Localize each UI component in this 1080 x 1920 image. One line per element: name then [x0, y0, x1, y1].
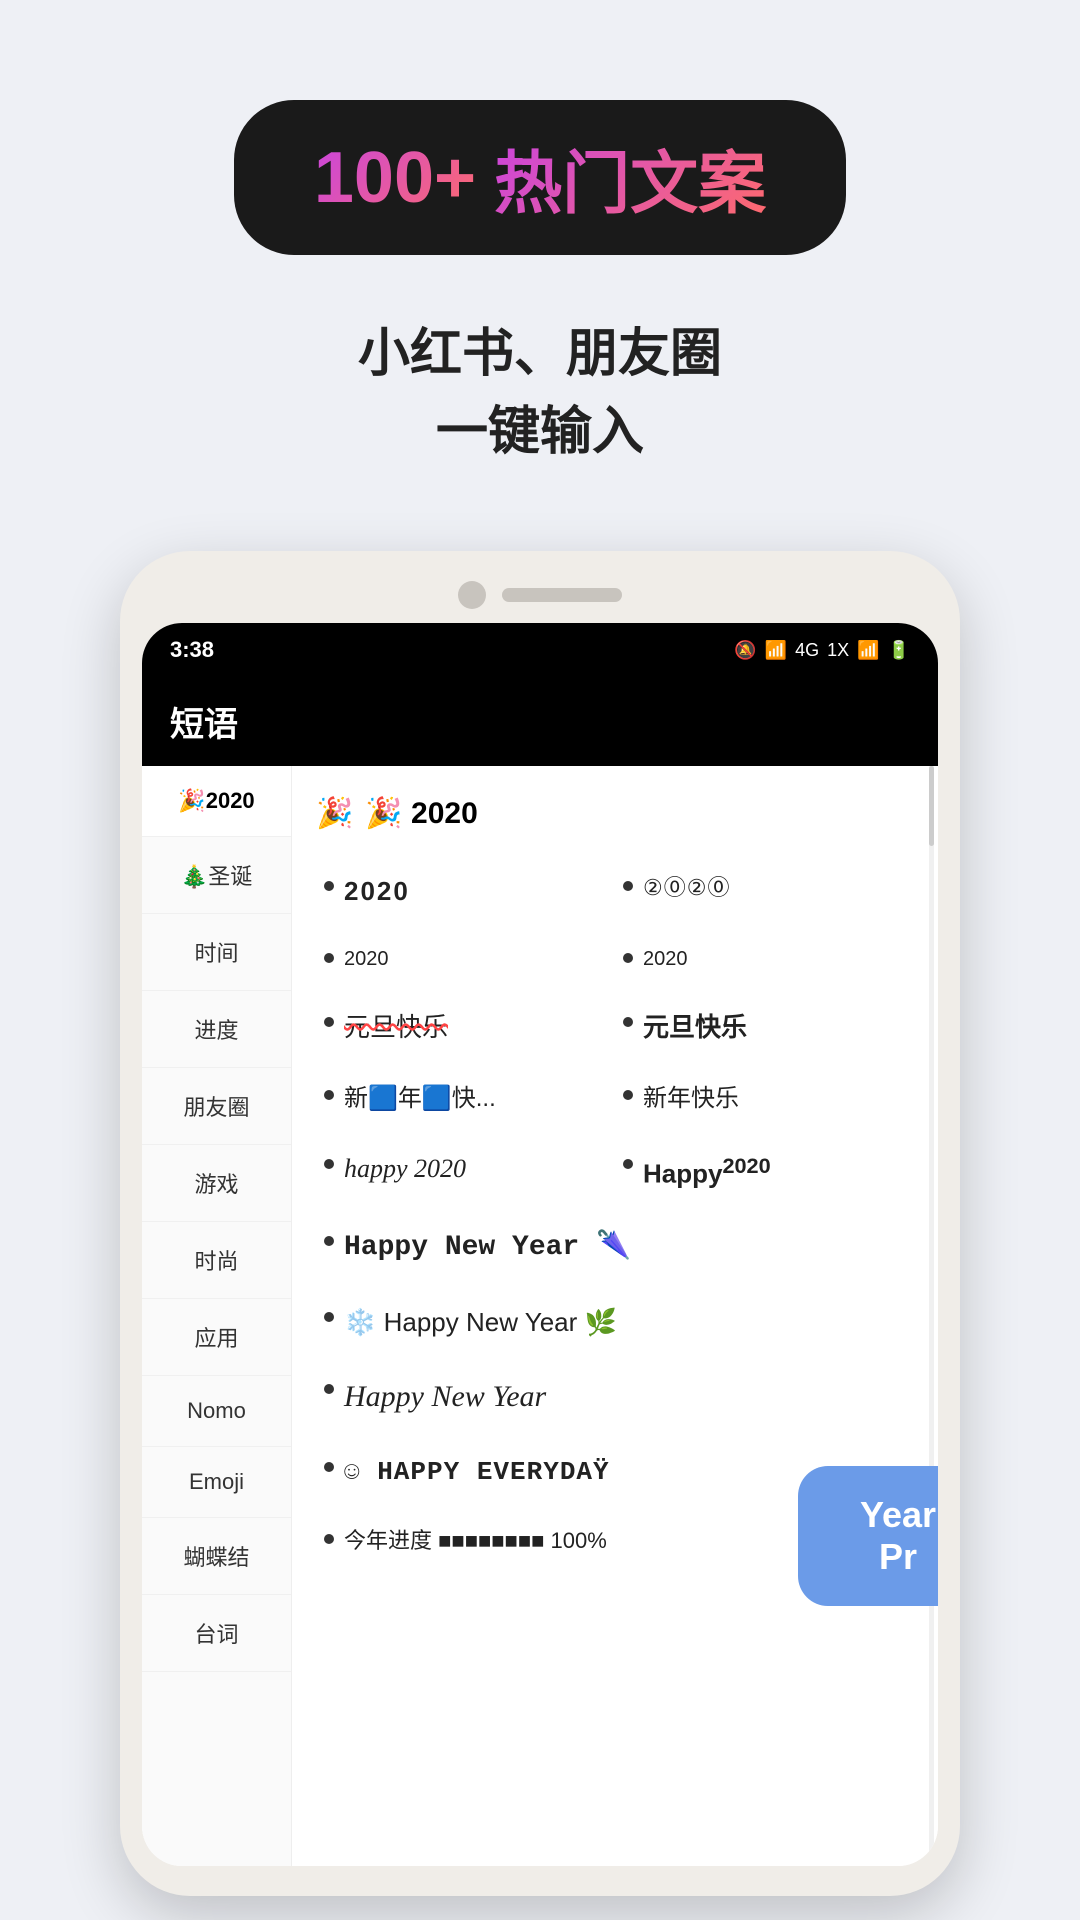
sidebar-item-fashion[interactable]: 时尚 [142, 1222, 291, 1299]
phone-top [142, 581, 938, 609]
list-item[interactable]: ❄️ Happy New Year 🌿 [316, 1286, 914, 1358]
phone-screen: 3:38 🔕 📶 4G 1X 📶 🔋 短语 🎉2020 [142, 623, 938, 1866]
list-item[interactable]: 元旦快乐 [316, 991, 615, 1063]
bullet [324, 1462, 334, 1472]
sidebar-item-progress[interactable]: 进度 [142, 991, 291, 1068]
item-text: 新🟦年🟦快... [344, 1082, 496, 1116]
list-item[interactable]: 元旦快乐 [615, 991, 914, 1063]
item-text: 2020 [344, 945, 389, 973]
item-text: ☺ HAPPY EVERYDAŸ [344, 1454, 610, 1490]
bullet [324, 1236, 334, 1246]
bullet [324, 1017, 334, 1027]
sidebar-item-friends[interactable]: 朋友圈 [142, 1068, 291, 1145]
item-text: 元旦快乐 [643, 1009, 747, 1045]
bullet [623, 1017, 633, 1027]
app-title: 短语 [170, 706, 238, 744]
sidebar-item-lines[interactable]: 台词 [142, 1595, 291, 1672]
item-text: ❄️ Happy New Year 🌿 [344, 1304, 617, 1340]
sidebar-item-game[interactable]: 游戏 [142, 1145, 291, 1222]
item-text: 新年快乐 [643, 1082, 739, 1116]
bullet [324, 953, 334, 963]
sidebar: 🎉2020 🎄圣诞 时间 进度 朋友圈 游戏 时尚 应用 Nomo Emoji … [142, 766, 292, 1866]
sidebar-item-app[interactable]: 应用 [142, 1299, 291, 1376]
sidebar-item-bow[interactable]: 蝴蝶结 [142, 1518, 291, 1595]
list-item[interactable]: 新🟦年🟦快... [316, 1064, 615, 1134]
bullet [324, 1090, 334, 1100]
sidebar-item-2020[interactable]: 🎉2020 [142, 766, 291, 837]
content-area: 🎉2020 🎄圣诞 时间 进度 朋友圈 游戏 时尚 应用 Nomo Emoji … [142, 766, 938, 1866]
scrollbar-thumb [929, 766, 934, 846]
phone-frame: 3:38 🔕 📶 4G 1X 📶 🔋 短语 🎉2020 [120, 551, 960, 1896]
list-item[interactable]: Happy2020 [615, 1133, 914, 1210]
item-text: 2020 [344, 873, 410, 909]
bullet [623, 953, 633, 963]
item-text: ②⓪②⓪ [643, 873, 730, 904]
list-item[interactable]: 2020 [316, 927, 615, 991]
item-text: Happy New Year [344, 1376, 546, 1418]
bullet [623, 1159, 633, 1169]
sidebar-item-nomo[interactable]: Nomo [142, 1376, 291, 1447]
item-text: happy 2020 [344, 1151, 466, 1187]
badge-text: 热门文案 [494, 128, 766, 227]
status-time: 3:38 [170, 637, 214, 663]
phone-mockup: 3:38 🔕 📶 4G 1X 📶 🔋 短语 🎉2020 [120, 551, 960, 1896]
speech-bubble: Year Pr [798, 1466, 938, 1606]
sidebar-item-time[interactable]: 时间 [142, 914, 291, 991]
app-header: 短语 [142, 677, 938, 766]
bullet [324, 1312, 334, 1322]
status-icons: 🔕 📶 4G 1X 📶 🔋 [734, 640, 910, 661]
list-item[interactable]: Happy New Year [316, 1358, 914, 1436]
list-item[interactable]: ②⓪②⓪ [615, 855, 914, 927]
network-label2: 1X [827, 640, 849, 661]
bullet [324, 1384, 334, 1394]
section-header: 🎉 🎉 2020 [316, 796, 914, 831]
network-label: 4G [795, 640, 819, 661]
list-item[interactable]: 新年快乐 [615, 1064, 914, 1134]
list-item[interactable]: 2020 [316, 855, 615, 927]
bullet [324, 1159, 334, 1169]
item-text: 元旦快乐 [344, 1009, 448, 1045]
item-text: Happy2020 [643, 1151, 771, 1192]
status-bar: 3:38 🔕 📶 4G 1X 📶 🔋 [142, 623, 938, 677]
bullet [623, 1090, 633, 1100]
list-item[interactable]: Happy New Year 🌂 [316, 1210, 914, 1285]
bullet [623, 881, 633, 891]
signal-icon: 📶 [857, 640, 879, 661]
subtitle-line2: 一键输入 [358, 393, 722, 471]
subtitle: 小红书、朋友圈 一键输入 [358, 315, 722, 471]
wifi-icon: 📶 [765, 640, 787, 661]
scrollbar-track[interactable] [929, 766, 934, 1866]
bullet [324, 881, 334, 891]
subtitle-line1: 小红书、朋友圈 [358, 315, 722, 393]
camera-icon [458, 581, 486, 609]
sidebar-item-emoji[interactable]: Emoji [142, 1447, 291, 1518]
top-badge: 100+ 热门文案 [234, 100, 846, 255]
list-item[interactable]: 2020 [615, 927, 914, 991]
item-text: 今年进度 ■■■■■■■■ 100% [344, 1526, 607, 1557]
bullet [324, 1534, 334, 1544]
badge-number: 100+ [314, 137, 476, 219]
item-text: Happy New Year 🌂 [344, 1228, 631, 1267]
speech-bubble-text: Year Pr [860, 1494, 936, 1577]
mute-icon: 🔕 [734, 640, 756, 661]
sidebar-item-christmas[interactable]: 🎄圣诞 [142, 837, 291, 914]
main-list: 🎉 🎉 2020 2020 ②⓪②⓪ [292, 766, 938, 1866]
item-text: 2020 [643, 945, 688, 973]
speaker [502, 588, 622, 602]
battery-icon: 🔋 [888, 640, 910, 661]
list-item[interactable]: happy 2020 [316, 1133, 615, 1210]
